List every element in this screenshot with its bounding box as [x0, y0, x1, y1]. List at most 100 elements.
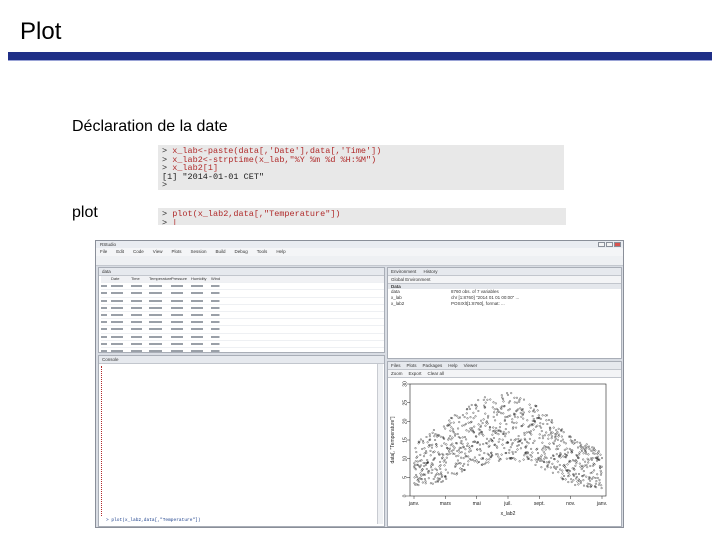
data-point: [451, 452, 454, 455]
data-point: [449, 447, 451, 450]
data-point: [557, 427, 560, 430]
data-point: [527, 452, 529, 455]
main-toolbar: [96, 256, 623, 266]
data-point: [518, 400, 521, 403]
table-row[interactable]: [101, 290, 384, 298]
data-point: [542, 450, 545, 453]
minimize-button[interactable]: [598, 242, 605, 247]
data-point: [451, 417, 454, 420]
env-row[interactable]: x_lab2 POSIXlt[1:8760], format: ...: [391, 301, 621, 307]
data-point: [515, 421, 518, 424]
tab-packages[interactable]: Packages: [423, 363, 443, 368]
data-point: [578, 453, 581, 456]
data-point: [528, 403, 531, 406]
column-header[interactable]: Time: [131, 276, 149, 282]
data-point: [425, 468, 428, 470]
column-header[interactable]: Wind: [211, 276, 225, 282]
data-point: [559, 468, 562, 471]
console-pane: Console > plot(x_lab2,data[,"Temperature…: [98, 355, 385, 527]
column-header[interactable]: Date: [111, 276, 131, 282]
data-point: [439, 435, 442, 438]
plot-tool-export[interactable]: Export: [409, 371, 422, 376]
data-point: [585, 452, 588, 455]
table-cell: [171, 349, 191, 352]
menu-item-tools[interactable]: Tools: [257, 249, 268, 254]
table-row[interactable]: [101, 305, 384, 312]
data-point: [569, 439, 572, 442]
data-point: [442, 460, 445, 463]
table-cell: [191, 306, 211, 309]
table-cell: [131, 349, 149, 352]
data-point: [493, 411, 496, 414]
table-row[interactable]: [101, 312, 384, 320]
tab-environment[interactable]: Environment: [391, 269, 416, 274]
data-point: [582, 470, 585, 473]
table-row[interactable]: [101, 283, 384, 291]
data-point: [488, 428, 491, 431]
column-header[interactable]: [101, 276, 111, 282]
data-point: [556, 431, 559, 434]
table-row[interactable]: [101, 341, 384, 348]
console-input[interactable]: > plot(x_lab2,data[,"Temperature"]): [106, 518, 201, 523]
data-point: [577, 483, 580, 486]
table-row[interactable]: [101, 334, 384, 341]
table-row[interactable]: [101, 319, 384, 327]
data-point: [565, 447, 568, 450]
data-point: [523, 398, 525, 401]
env-var-value: chr [1:8760] "2014 01 01 00:00" ...: [451, 295, 520, 300]
column-header[interactable]: Temperature: [149, 276, 171, 282]
maximize-button[interactable]: [606, 242, 613, 247]
data-point: [429, 482, 432, 485]
data-point: [531, 451, 534, 454]
table-row[interactable]: [101, 348, 384, 352]
menu-item-debug[interactable]: Debug: [235, 249, 248, 254]
data-point: [431, 446, 433, 449]
data-point: [544, 468, 547, 471]
data-point: [514, 415, 516, 418]
tab-history[interactable]: History: [424, 269, 438, 274]
console-scrollbar[interactable]: [377, 364, 383, 524]
data-point: [488, 458, 491, 461]
data-point: [522, 417, 525, 420]
env-var-name: x_lab2: [391, 301, 405, 306]
column-header[interactable]: Humidity: [191, 276, 211, 282]
data-point: [498, 411, 501, 413]
table-cell: [101, 335, 111, 338]
menu-item-plots[interactable]: Plots: [171, 249, 181, 254]
data-point: [459, 441, 462, 444]
table-cell: [211, 313, 225, 316]
menu-item-edit[interactable]: Edit: [116, 249, 124, 254]
menu-item-code[interactable]: Code: [133, 249, 144, 254]
table-row[interactable]: [101, 298, 384, 305]
tab-viewer[interactable]: Viewer: [464, 363, 478, 368]
close-button[interactable]: [614, 242, 621, 247]
plot-tool-clear-all[interactable]: Clear all: [428, 371, 445, 376]
data-point: [594, 449, 597, 452]
data-point: [502, 432, 505, 435]
data-point: [574, 439, 576, 441]
menu-item-build[interactable]: Build: [216, 249, 226, 254]
data-tab[interactable]: data: [99, 268, 384, 276]
menu-item-help[interactable]: Help: [276, 249, 285, 254]
tab-plots[interactable]: Plots: [407, 363, 417, 368]
tab-files[interactable]: Files: [391, 363, 401, 368]
table-cell: [149, 313, 171, 316]
data-point: [495, 453, 497, 456]
table-cell: [101, 285, 111, 288]
column-header[interactable]: Pressure: [171, 276, 191, 282]
data-point: [433, 450, 436, 453]
menu-item-file[interactable]: File: [100, 249, 107, 254]
plot-tool-zoom[interactable]: Zoom: [391, 371, 403, 376]
data-point: [473, 456, 476, 459]
table-cell: [101, 328, 111, 331]
global-env-select[interactable]: Global Environment: [391, 277, 431, 282]
menu-item-session[interactable]: Session: [191, 249, 207, 254]
data-point: [449, 429, 452, 432]
plots-pane: Files Plots Packages Help Viewer Zoom Export C…: [387, 361, 622, 527]
table-row[interactable]: [101, 326, 384, 334]
data-point: [522, 423, 525, 426]
table-cell: [191, 328, 211, 331]
data-point: [488, 440, 491, 443]
tab-help[interactable]: Help: [448, 363, 457, 368]
menu-item-view[interactable]: View: [153, 249, 163, 254]
